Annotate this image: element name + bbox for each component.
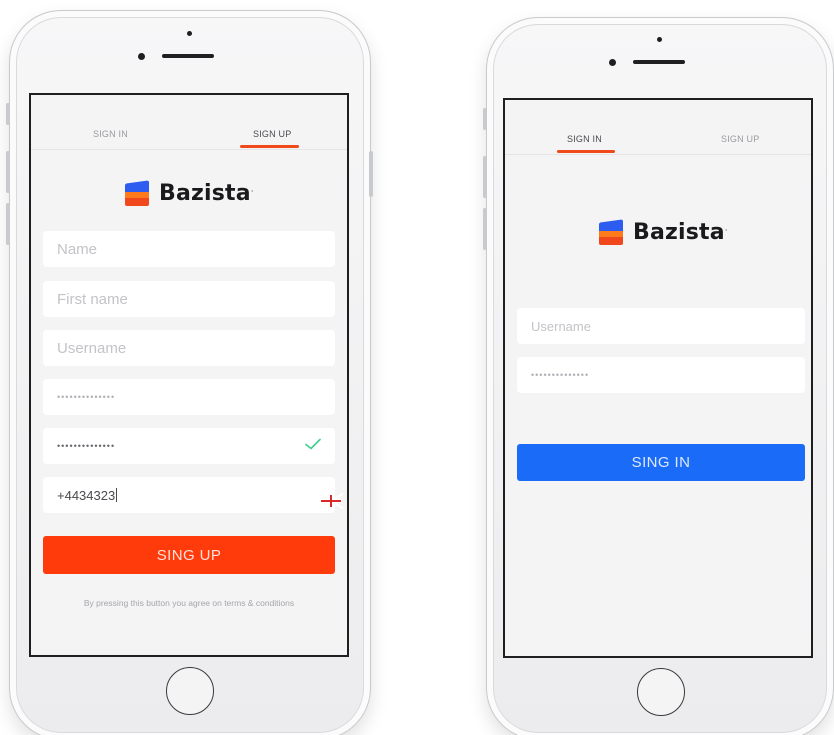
bazista-logo-icon (125, 179, 149, 206)
sign-in-button[interactable]: SING IN (517, 444, 805, 481)
password-field[interactable]: •••••••••••••• (43, 379, 335, 415)
username-field[interactable]: Username (517, 308, 805, 344)
front-camera (609, 59, 616, 66)
tab-sign-up[interactable]: SIGN UP (253, 129, 291, 139)
power-button (369, 151, 373, 197)
name-field[interactable]: Name (43, 231, 335, 267)
mockup-stage: SIGN IN SIGN UP Bazista. Name First name… (0, 0, 834, 735)
brand-logo: Bazista. (125, 179, 254, 206)
volume-down-button (483, 208, 487, 250)
front-sensor (657, 37, 662, 42)
brand-logo: Bazista. (599, 218, 728, 245)
password-mask: •••••••••••••• (531, 370, 590, 380)
volume-up-button (483, 156, 487, 198)
volume-up-button (6, 151, 10, 193)
checkmark-icon (305, 438, 321, 455)
home-button[interactable] (166, 667, 214, 715)
signup-screen: SIGN IN SIGN UP Bazista. Name First name… (29, 93, 349, 657)
sign-up-button[interactable]: SING UP (43, 536, 335, 574)
volume-down-button (6, 203, 10, 245)
signin-screen: SIGN IN SIGN UP Bazista. Username ••••••… (503, 98, 813, 658)
tab-sign-up[interactable]: SIGN UP (721, 134, 759, 144)
active-tab-indicator (557, 150, 615, 153)
phone-signin: SIGN IN SIGN UP Bazista. Username ••••••… (483, 17, 834, 735)
front-sensor (187, 31, 192, 36)
confirm-password-mask: •••••••••••••• (57, 441, 116, 451)
text-caret (116, 488, 118, 502)
password-mask: •••••••••••••• (57, 392, 116, 402)
phone-signup: SIGN IN SIGN UP Bazista. Name First name… (6, 10, 373, 735)
name-placeholder: Name (57, 240, 98, 258)
tab-sign-in[interactable]: SIGN IN (93, 129, 128, 139)
phone-value: +4434323 (57, 487, 116, 503)
brand-name: Bazista. (159, 181, 254, 206)
first-name-placeholder: First name (57, 290, 128, 308)
terms-text: By pressing this button you agree on ter… (83, 598, 295, 608)
first-name-field[interactable]: First name (43, 281, 335, 317)
username-placeholder: Username (531, 318, 591, 334)
active-tab-indicator (240, 145, 299, 148)
auth-tabs: SIGN IN SIGN UP (31, 95, 347, 150)
username-field[interactable]: Username (43, 330, 335, 366)
home-button[interactable] (637, 668, 685, 716)
front-camera (138, 53, 145, 60)
brand-name: Bazista. (633, 220, 728, 245)
confirm-password-field[interactable]: •••••••••••••• (43, 428, 335, 464)
auth-tabs: SIGN IN SIGN UP (505, 100, 811, 155)
password-field[interactable]: •••••••••••••• (517, 357, 805, 393)
mute-switch (483, 108, 487, 130)
earpiece-speaker (162, 54, 214, 58)
earpiece-speaker (633, 60, 685, 64)
mute-switch (6, 103, 10, 125)
tab-sign-in[interactable]: SIGN IN (567, 134, 602, 144)
phone-field[interactable]: +4434323 (43, 477, 344, 513)
username-placeholder: Username (57, 339, 127, 357)
bazista-logo-icon (599, 218, 623, 245)
